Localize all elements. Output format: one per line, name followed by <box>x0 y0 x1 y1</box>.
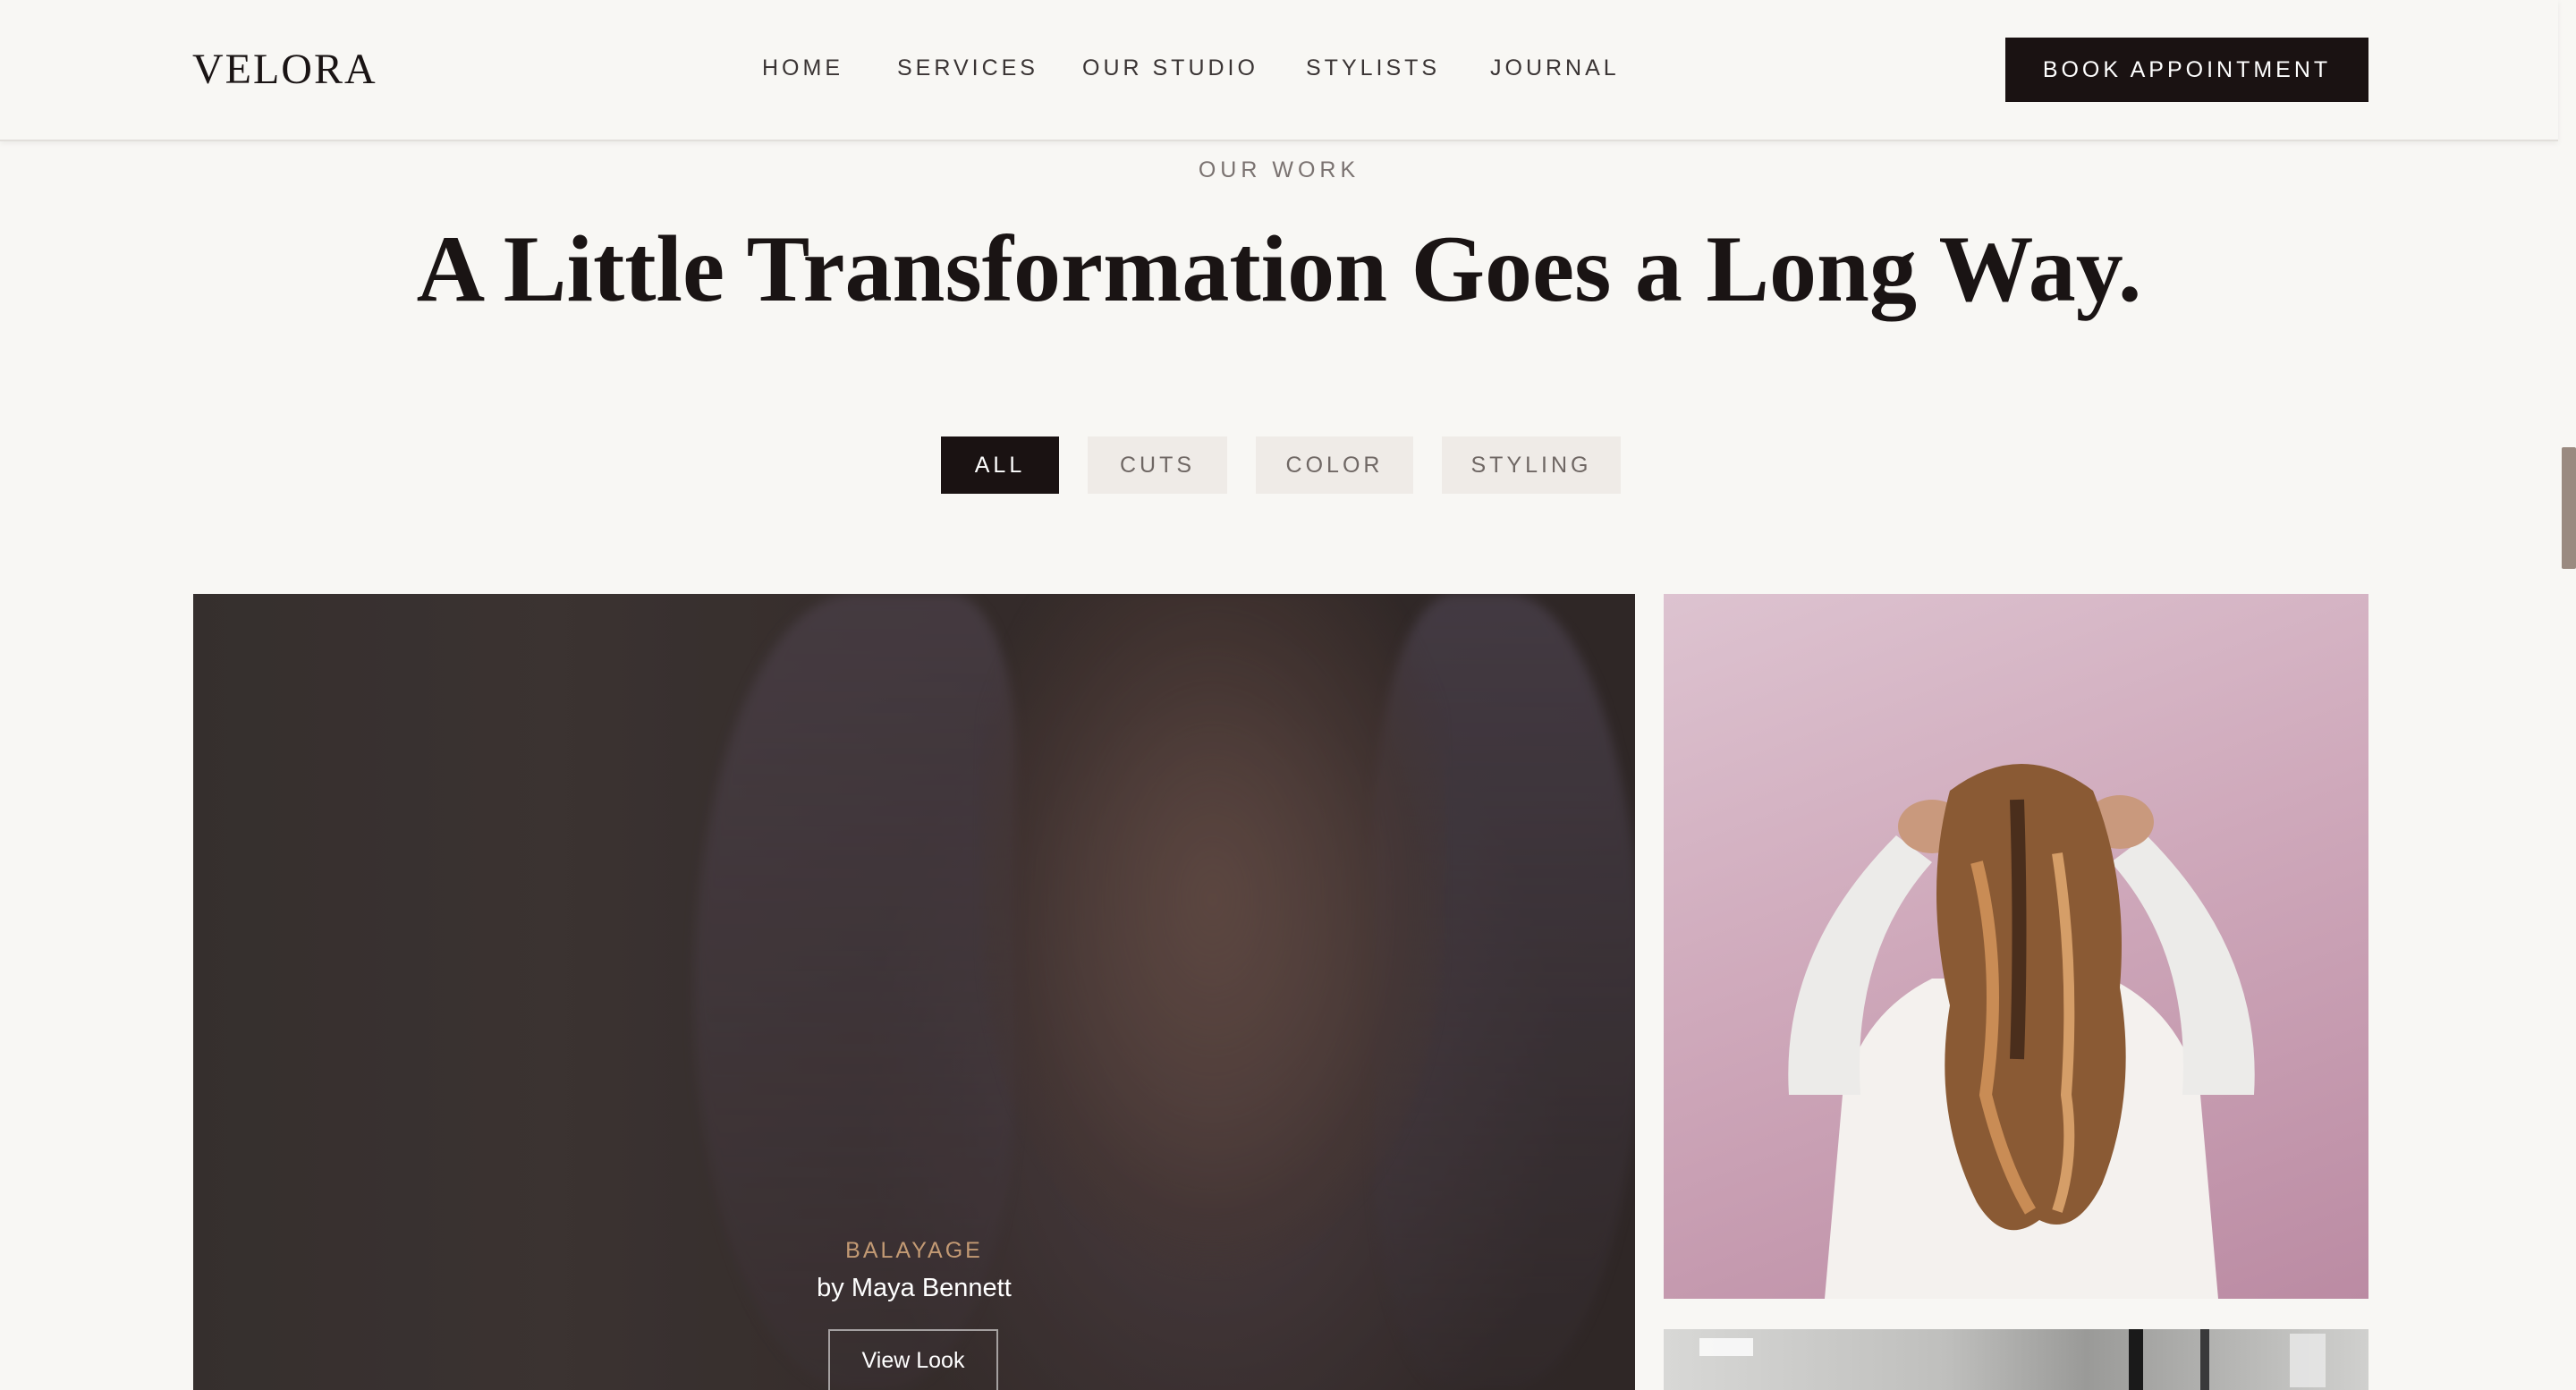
salon-interior-image <box>1699 1329 2326 1390</box>
filter-all[interactable]: ALL <box>941 436 1059 494</box>
scrollbar-track[interactable] <box>2558 0 2576 1390</box>
filter-cuts[interactable]: CUTS <box>1088 436 1227 494</box>
nav-our-studio[interactable]: OUR STUDIO <box>1082 55 1258 81</box>
scrollbar-thumb[interactable] <box>2562 447 2576 569</box>
nav-services[interactable]: SERVICES <box>897 55 1038 81</box>
look-category: BALAYAGE <box>845 1238 983 1263</box>
section-eyebrow: OUR WORK <box>1198 157 1360 182</box>
gallery-card-featured[interactable]: BALAYAGE by Maya Bennett View Look <box>193 594 1635 1390</box>
gallery-card-salon-interior[interactable] <box>1664 1329 2368 1390</box>
nav-journal[interactable]: JOURNAL <box>1490 55 1620 81</box>
filter-color[interactable]: COLOR <box>1256 436 1413 494</box>
image-overlay <box>193 594 1635 1390</box>
gallery-card-wavy-hair[interactable] <box>1664 594 2368 1299</box>
book-appointment-button[interactable]: BOOK APPOINTMENT <box>2005 38 2368 102</box>
section-headline: A Little Transformation Goes a Long Way. <box>416 216 2142 321</box>
nav-home[interactable]: HOME <box>762 55 843 81</box>
wavy-hair-image <box>1788 764 2255 1299</box>
site-header: VELORA HOME SERVICES OUR STUDIO STYLISTS… <box>0 0 2558 141</box>
nav-stylists[interactable]: STYLISTS <box>1306 55 1440 81</box>
filter-styling[interactable]: STYLING <box>1442 436 1621 494</box>
look-stylist: by Maya Bennett <box>817 1274 1012 1302</box>
view-look-button[interactable]: View Look <box>828 1329 998 1390</box>
